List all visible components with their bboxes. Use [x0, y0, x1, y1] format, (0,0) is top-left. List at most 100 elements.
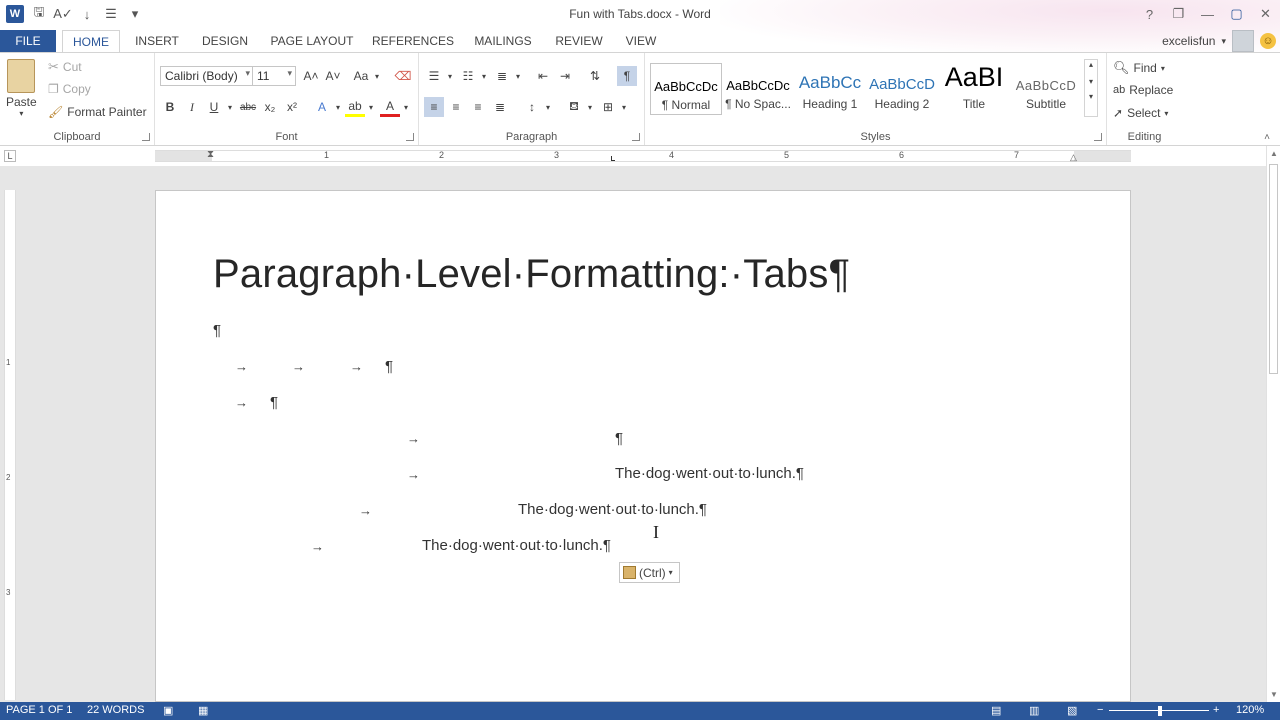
horizontal-ruler[interactable]: ⧗ 1 2 3 4 5 6 7 △	[155, 149, 1131, 163]
shrink-font-button[interactable]: A˅	[323, 66, 343, 86]
numbering-button[interactable]: ☷ ▾	[458, 66, 486, 86]
style-sample: AaBbCc	[798, 73, 862, 92]
document-heading[interactable]: Paragraph·Level·Formatting:·Tabs¶	[213, 252, 850, 297]
tab-mailings[interactable]: MAILINGS	[466, 30, 540, 52]
style-title[interactable]: AaBI Title	[938, 63, 1010, 115]
style-no-spacing[interactable]: AaBbCcDc ¶ No Spac...	[722, 63, 794, 115]
close-icon[interactable]: ✕	[1251, 0, 1280, 28]
superscript-button[interactable]: x²	[282, 97, 302, 117]
document-line[interactable]: The·dog·went·out·to·lunch.¶	[615, 465, 804, 482]
tab-view[interactable]: VIEW	[616, 30, 666, 52]
style-heading-2[interactable]: AaBbCcD Heading 2	[866, 63, 938, 115]
paste-options-button[interactable]: (Ctrl) ▾	[619, 562, 680, 583]
right-indent-marker-icon[interactable]: △	[1070, 152, 1077, 163]
style-sample: AaBbCcDc	[654, 79, 718, 94]
styles-gallery-scroll[interactable]: ▴ ▾ ▾	[1084, 59, 1098, 117]
subscript-button[interactable]: x₂	[260, 97, 280, 117]
decrease-indent-button[interactable]: ⇤	[533, 66, 553, 86]
help-icon[interactable]: ?	[1135, 0, 1164, 28]
font-color-button[interactable]: A ▾	[380, 97, 408, 117]
sort-button[interactable]: ⇅	[585, 66, 605, 86]
scroll-down-icon[interactable]: ▼	[1270, 690, 1278, 699]
italic-button[interactable]: I	[182, 97, 202, 117]
strikethrough-button[interactable]: abc	[238, 97, 258, 117]
ribbon-display-icon[interactable]: ❐	[1164, 0, 1193, 28]
borders-button[interactable]: ⊞ ▾	[598, 97, 626, 117]
tab-insert[interactable]: INSERT	[126, 30, 188, 52]
proofing-icon[interactable]: ▣	[163, 704, 173, 717]
paragraph-launcher-icon[interactable]	[632, 133, 640, 141]
shading-button[interactable]: ⛾ ▾	[564, 97, 592, 117]
scroll-up-icon[interactable]: ▲	[1270, 149, 1278, 158]
change-case-button[interactable]: Aa ▾	[351, 66, 379, 86]
read-mode-icon[interactable]: ▤	[991, 704, 1001, 717]
highlight-button[interactable]: ab ▾	[345, 97, 373, 117]
zoom-out-button[interactable]: −	[1097, 704, 1103, 716]
underline-button[interactable]: U ▾	[204, 97, 232, 117]
chevron-down-icon: ▾	[588, 102, 593, 112]
zoom-level[interactable]: 120%	[1236, 704, 1264, 716]
chevron-down-icon: ▾	[228, 102, 233, 112]
tab-references[interactable]: REFERENCES	[368, 30, 458, 52]
bullets-button[interactable]: ☰ ▾	[424, 66, 452, 86]
tab-file[interactable]: FILE	[0, 30, 56, 52]
indent-marker-icon[interactable]: ⧗	[207, 149, 214, 160]
style-normal[interactable]: AaBbCcDc ¶ Normal	[650, 63, 722, 115]
page-count[interactable]: PAGE 1 OF 1	[6, 704, 72, 716]
avatar[interactable]	[1232, 30, 1254, 52]
vertical-scrollbar[interactable]: ▲ ▼	[1266, 146, 1280, 702]
web-layout-icon[interactable]: ▧	[1067, 704, 1077, 717]
chevron-down-icon: ▾	[336, 102, 341, 112]
cut-button[interactable]: ✂ Cut	[48, 59, 82, 75]
copy-button[interactable]: ❐ Copy	[48, 82, 91, 96]
align-left-button[interactable]: ≡	[424, 97, 444, 117]
document-line[interactable]: The·dog·went·out·to·lunch.¶	[422, 537, 611, 554]
justify-button[interactable]: ≣	[490, 97, 510, 117]
tab-page-layout[interactable]: PAGE LAYOUT	[262, 30, 362, 52]
clipboard-launcher-icon[interactable]	[142, 133, 150, 141]
tab-selector[interactable]: L	[4, 150, 16, 162]
styles-launcher-icon[interactable]	[1094, 133, 1102, 141]
replace-button[interactable]: ab Replace	[1113, 83, 1173, 97]
style-subtitle[interactable]: AaBbCcD Subtitle	[1010, 63, 1082, 115]
bold-button[interactable]: B	[160, 97, 180, 117]
chevron-down-icon[interactable]: ▾	[1085, 77, 1097, 86]
decrease-indent-icon: ⇤	[537, 69, 549, 83]
line-spacing-button[interactable]: ↕ ▾	[522, 97, 550, 117]
chevron-up-icon[interactable]: ▴	[1085, 60, 1097, 69]
tab-stop-marker[interactable]	[611, 156, 615, 161]
grow-font-button[interactable]: A˄	[301, 66, 321, 86]
paste-button[interactable]: Paste ▾	[6, 59, 37, 118]
account-area[interactable]: excelisfun ▾ ☺	[1162, 30, 1280, 52]
format-painter-button[interactable]: 🖌 Format Painter	[48, 105, 147, 119]
minimize-icon[interactable]: —	[1193, 0, 1222, 28]
document-line[interactable]: The·dog·went·out·to·lunch.¶	[518, 501, 707, 518]
collapse-ribbon-icon[interactable]: ˄	[1264, 132, 1270, 143]
multilevel-list-button[interactable]: ≣ ▾	[492, 66, 520, 86]
maximize-icon[interactable]: ▢	[1222, 0, 1251, 28]
increase-indent-button[interactable]: ⇥	[555, 66, 575, 86]
font-size-combo[interactable]: 11 ▾	[252, 66, 296, 86]
find-button[interactable]: 🔍︎ Find ▾	[1113, 60, 1165, 76]
align-right-button[interactable]: ≡	[468, 97, 488, 117]
select-button[interactable]: ➚ Select ▾	[1113, 106, 1168, 120]
style-heading-1[interactable]: AaBbCc Heading 1	[794, 63, 866, 115]
tab-design[interactable]: DESIGN	[194, 30, 256, 52]
align-center-button[interactable]: ≡	[446, 97, 466, 117]
tab-review[interactable]: REVIEW	[548, 30, 610, 52]
print-layout-icon[interactable]: ▥	[1029, 704, 1039, 717]
show-marks-button[interactable]: ¶	[617, 66, 637, 86]
font-launcher-icon[interactable]	[406, 133, 414, 141]
font-name-combo[interactable]: Calibri (Body) ▾	[160, 66, 254, 86]
text-effects-button[interactable]: A ▾	[312, 97, 340, 117]
scrollbar-thumb[interactable]	[1269, 164, 1278, 374]
tab-home[interactable]: HOME	[62, 30, 120, 52]
word-count[interactable]: 22 WORDS	[87, 704, 144, 716]
zoom-slider-thumb[interactable]	[1158, 706, 1162, 716]
account-name[interactable]: excelisfun	[1162, 34, 1215, 48]
macro-icon[interactable]: ▦	[198, 704, 208, 717]
zoom-in-button[interactable]: +	[1213, 704, 1219, 716]
more-styles-icon[interactable]: ▾	[1085, 92, 1097, 101]
clear-formatting-button[interactable]: ⌫	[393, 66, 413, 86]
smiley-feedback-icon[interactable]: ☺	[1260, 33, 1276, 49]
